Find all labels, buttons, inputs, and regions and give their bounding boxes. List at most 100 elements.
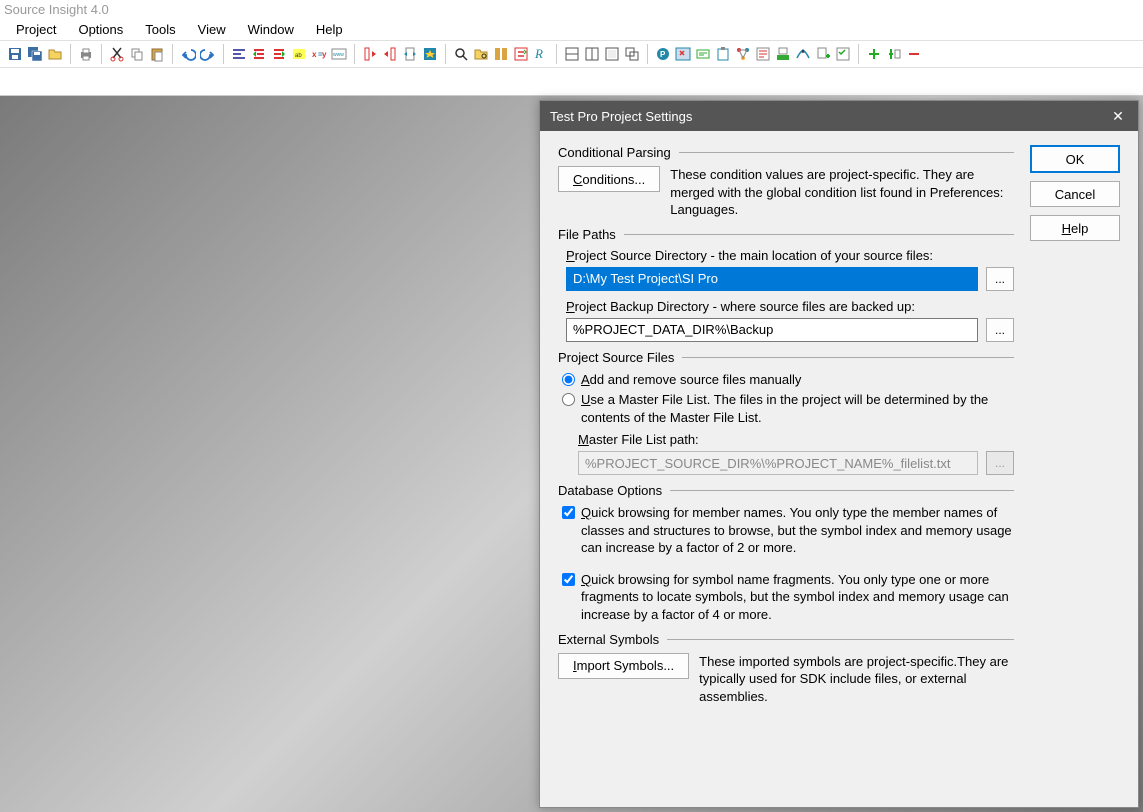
app-titlebar: Source Insight 4.0: [0, 0, 1143, 18]
group-file-paths: File Paths: [558, 227, 1014, 242]
check-member-label: Quick browsing for member names. You onl…: [581, 504, 1014, 557]
replace-icon[interactable]: [512, 45, 530, 63]
highlight-icon[interactable]: ab: [290, 45, 308, 63]
import-symbols-button[interactable]: Import Symbols...: [558, 653, 689, 679]
check-member-browsing[interactable]: [562, 506, 575, 519]
group-source-files: Project Source Files: [558, 350, 1014, 365]
backup-dir-label: Project Backup Directory - where source …: [566, 299, 1014, 314]
find-files-icon[interactable]: [472, 45, 490, 63]
save-all-icon[interactable]: [26, 45, 44, 63]
menubar: Project Options Tools View Window Help: [0, 18, 1143, 40]
checklist-icon[interactable]: [834, 45, 852, 63]
toolbar-separator: [556, 44, 557, 64]
close-icon[interactable]: ✕: [1108, 106, 1128, 126]
toolbar: ab x=y www R P: [0, 40, 1143, 68]
toolbar-separator: [172, 44, 173, 64]
conditions-button[interactable]: Conditions...: [558, 166, 660, 192]
menu-tools[interactable]: Tools: [135, 20, 185, 39]
group-conditional-parsing: Conditional Parsing: [558, 145, 1014, 160]
conditional-desc: These condition values are project-speci…: [670, 166, 1014, 219]
external-desc: These imported symbols are project-speci…: [699, 653, 1014, 706]
radio-manual-label: Add and remove source files manually: [581, 371, 801, 389]
svg-text:ab: ab: [295, 53, 302, 59]
menu-view[interactable]: View: [188, 20, 236, 39]
backup-dir-input[interactable]: [566, 318, 978, 342]
svg-text:P: P: [660, 50, 666, 59]
open-icon[interactable]: [46, 45, 64, 63]
radio-master-label: Use a Master File List. The files in the…: [581, 391, 1014, 426]
source-dir-input[interactable]: [566, 267, 978, 291]
master-path-input: [578, 451, 978, 475]
radio-master[interactable]: [562, 393, 575, 406]
menu-project[interactable]: Project: [6, 20, 66, 39]
context-window-icon[interactable]: [694, 45, 712, 63]
project-settings-dialog: Test Pro Project Settings ✕ Conditional …: [539, 100, 1139, 808]
group-external: External Symbols: [558, 632, 1014, 647]
tabstrip: [0, 68, 1143, 96]
project-window-icon[interactable]: P: [654, 45, 672, 63]
dialog-titlebar: Test Pro Project Settings ✕: [540, 101, 1138, 131]
source-dir-label: Project Source Directory - the main loca…: [566, 248, 1014, 263]
compare-icon[interactable]: x=y: [310, 45, 328, 63]
snippet-window-icon[interactable]: [754, 45, 772, 63]
relation-icon[interactable]: R: [532, 45, 550, 63]
svg-text:y: y: [322, 50, 327, 59]
toolbar-separator: [354, 44, 355, 64]
redo-icon[interactable]: [199, 45, 217, 63]
decrease-indent-icon[interactable]: [270, 45, 288, 63]
help-button[interactable]: Help: [1030, 215, 1120, 241]
master-path-label: Master File List path:: [578, 432, 1014, 447]
ok-button[interactable]: OK: [1030, 145, 1120, 173]
browse-source-button[interactable]: ...: [986, 267, 1014, 291]
group-database: Database Options: [558, 483, 1014, 498]
copy-icon[interactable]: [128, 45, 146, 63]
browser-icon[interactable]: www: [330, 45, 348, 63]
svg-text:R: R: [534, 46, 543, 61]
eval-icon[interactable]: [794, 45, 812, 63]
svg-text:www: www: [333, 52, 344, 58]
browse-master-button: ...: [986, 451, 1014, 475]
check-fragment-label: Quick browsing for symbol name fragments…: [581, 571, 1014, 624]
bookmark-prev-icon[interactable]: [361, 45, 379, 63]
ftp-icon[interactable]: [774, 45, 792, 63]
bookmark-icon[interactable]: [421, 45, 439, 63]
svg-text:x: x: [312, 50, 317, 59]
reference-icon[interactable]: [492, 45, 510, 63]
menu-options[interactable]: Options: [68, 20, 133, 39]
print-icon[interactable]: [77, 45, 95, 63]
menu-window[interactable]: Window: [238, 20, 304, 39]
relation-window-icon[interactable]: [734, 45, 752, 63]
radio-manual[interactable]: [562, 373, 575, 386]
add-icon[interactable]: [865, 45, 883, 63]
toolbar-separator: [445, 44, 446, 64]
add-file-icon[interactable]: [814, 45, 832, 63]
paste-icon[interactable]: [148, 45, 166, 63]
toolbar-separator: [223, 44, 224, 64]
cut-icon[interactable]: [108, 45, 126, 63]
indent-left-icon[interactable]: [230, 45, 248, 63]
bookmark-next-icon[interactable]: [381, 45, 399, 63]
add-left-icon[interactable]: [885, 45, 903, 63]
menu-help[interactable]: Help: [306, 20, 353, 39]
split-h-icon[interactable]: [563, 45, 581, 63]
toolbar-separator: [858, 44, 859, 64]
increase-indent-icon[interactable]: [250, 45, 268, 63]
find-icon[interactable]: [452, 45, 470, 63]
save-icon[interactable]: [6, 45, 24, 63]
toolbar-separator: [70, 44, 71, 64]
app-title: Source Insight 4.0: [4, 2, 109, 17]
bookmark-toggle-icon[interactable]: [401, 45, 419, 63]
toolbar-separator: [101, 44, 102, 64]
undo-icon[interactable]: [179, 45, 197, 63]
toolbar-separator: [647, 44, 648, 64]
single-pane-icon[interactable]: [603, 45, 621, 63]
remove-icon[interactable]: [905, 45, 923, 63]
cancel-button[interactable]: Cancel: [1030, 181, 1120, 207]
check-fragment-browsing[interactable]: [562, 573, 575, 586]
split-v-icon[interactable]: [583, 45, 601, 63]
cascade-icon[interactable]: [623, 45, 641, 63]
dialog-title: Test Pro Project Settings: [550, 109, 692, 124]
symbol-window-icon[interactable]: [674, 45, 692, 63]
clip-window-icon[interactable]: [714, 45, 732, 63]
browse-backup-button[interactable]: ...: [986, 318, 1014, 342]
